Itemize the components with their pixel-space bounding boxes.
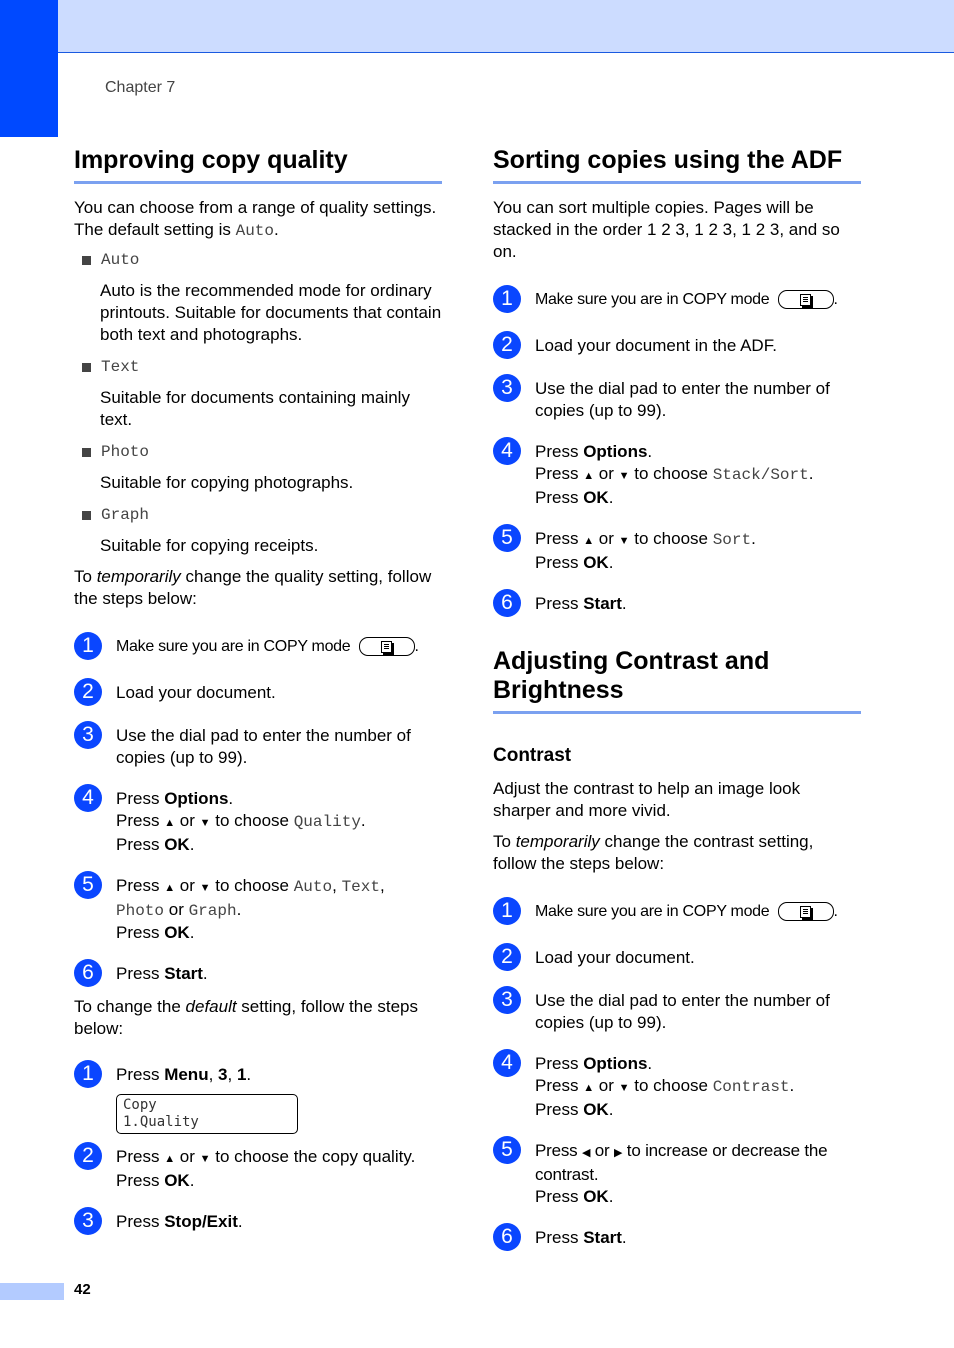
up-arrow-icon: ▲ — [164, 817, 176, 829]
step-number-2: 2 — [493, 943, 521, 971]
step-number-4: 4 — [74, 784, 102, 812]
option-text: Text — [74, 357, 442, 377]
step-2: 2 Load your document. — [74, 678, 442, 706]
left-arrow-icon: ◀ — [581, 1147, 591, 1159]
step-number-4: 4 — [493, 437, 521, 465]
footer-band — [0, 1283, 64, 1300]
section-title-contrast-brightness: Adjusting Contrast and Brightness — [493, 641, 861, 714]
chapter-side-tab — [0, 0, 58, 137]
option-desc: Auto is the recommended mode for ordinar… — [100, 281, 442, 344]
step-5: 5 Press ▲ or ▼ to choose Sort. Press OK. — [493, 524, 861, 574]
down-arrow-icon: ▼ — [199, 882, 211, 894]
bullet-icon — [82, 255, 91, 265]
step-number-3: 3 — [74, 721, 102, 749]
step-number-5: 5 — [493, 524, 521, 552]
up-arrow-icon: ▲ — [164, 882, 176, 894]
step-4: 4 Press Options. Press ▲ or ▼ to choose … — [493, 437, 861, 509]
page-number: 42 — [74, 1281, 91, 1298]
down-arrow-icon: ▼ — [199, 1153, 211, 1165]
contrast-temporary-intro: To temporarily change the contrast setti… — [493, 832, 814, 873]
step-5: 5 Press ◀ or ▶ to increase or decrease t… — [493, 1136, 861, 1208]
down-arrow-icon: ▼ — [618, 535, 630, 547]
step-number-1: 1 — [74, 632, 102, 660]
step-number-6: 6 — [74, 959, 102, 987]
step-3: 3 Use the dial pad to enter the number o… — [74, 721, 442, 769]
step-4: 4 Press Options. Press ▲ or ▼ to choose … — [493, 1049, 861, 1121]
step-number-6: 6 — [493, 589, 521, 617]
option-auto: Auto — [74, 250, 442, 270]
step-number-1: 1 — [493, 285, 521, 313]
step-number-6: 6 — [493, 1223, 521, 1251]
option-desc: Suitable for copying receipts. — [100, 536, 319, 555]
sorting-intro: You can sort multiple copies. Pages will… — [493, 198, 840, 261]
contrast-steps: 1 Make sure you are in COPY mode . 2 Loa… — [493, 897, 861, 1251]
step-1: 1 Make sure you are in COPY mode . — [74, 632, 442, 660]
option-desc: Suitable for documents containing mainly… — [100, 388, 410, 429]
subsection-title-contrast: Contrast — [493, 745, 572, 766]
up-arrow-icon: ▲ — [583, 1082, 595, 1094]
up-arrow-icon: ▲ — [164, 1153, 176, 1165]
step-number-2: 2 — [74, 1142, 102, 1170]
step-number-3: 3 — [493, 374, 521, 402]
header-band — [58, 0, 954, 53]
temporary-intro: To temporarily change the quality settin… — [74, 567, 432, 608]
step-3: 3 Use the dial pad to enter the number o… — [493, 986, 861, 1034]
step-2: 2 Load your document. — [493, 943, 861, 971]
step-5: 5 Press ▲ or ▼ to choose Auto, Text, Pho… — [74, 871, 442, 944]
down-arrow-icon: ▼ — [199, 817, 211, 829]
step-6: 6 Press Start. — [74, 959, 442, 987]
step-number-1: 1 — [74, 1060, 102, 1088]
up-arrow-icon: ▲ — [583, 535, 595, 547]
up-arrow-icon: ▲ — [583, 470, 595, 482]
copy-mode-key-icon — [358, 637, 415, 657]
option-graph: Graph — [74, 505, 442, 525]
step-6: 6 Press Start. — [493, 1223, 861, 1251]
step-4: 4 Press Options. Press ▲ or ▼ to choose … — [74, 784, 442, 856]
default-step-3: 3 Press Stop/Exit. — [74, 1207, 442, 1235]
option-photo: Photo — [74, 442, 442, 462]
default-intro: To change the default setting, follow th… — [74, 997, 419, 1038]
default-step-1: 1 Press Menu, 3, 1. Copy 1.Quality — [74, 1060, 442, 1142]
chapter-label: Chapter 7 — [105, 79, 176, 96]
step-3: 3 Use the dial pad to enter the number o… — [493, 374, 861, 422]
copy-mode-key-icon — [777, 290, 834, 310]
contrast-intro: Adjust the contrast to help an image loo… — [493, 779, 801, 820]
step-number-5: 5 — [493, 1136, 521, 1164]
default-steps: 1 Press Menu, 3, 1. Copy 1.Quality 2 Pre… — [74, 1060, 442, 1235]
step-1: 1 Make sure you are in COPY mode . — [493, 897, 861, 925]
intro-paragraph: You can choose from a range of quality s… — [74, 198, 437, 240]
bullet-icon — [82, 447, 91, 457]
step-2: 2 Load your document in the ADF. — [493, 331, 861, 359]
step-number-4: 4 — [493, 1049, 521, 1077]
section-title-copy-quality: Improving copy quality — [74, 140, 442, 184]
step-number-3: 3 — [74, 1207, 102, 1235]
left-column: Improving copy quality You can choose fr… — [74, 140, 442, 1235]
section-title-sorting: Sorting copies using the ADF — [493, 140, 861, 184]
sorting-steps: 1 Make sure you are in COPY mode . 2 Loa… — [493, 285, 861, 617]
lcd-display: Copy 1.Quality — [116, 1094, 298, 1134]
copy-mode-key-icon — [777, 902, 834, 922]
default-step-2: 2 Press ▲ or ▼ to choose the copy qualit… — [74, 1142, 442, 1192]
bullet-icon — [82, 510, 91, 520]
step-number-1: 1 — [493, 897, 521, 925]
quality-options-list: Auto Auto is the recommended mode for or… — [74, 250, 442, 557]
bullet-icon — [82, 362, 91, 372]
right-column: Sorting copies using the ADF You can sor… — [493, 140, 861, 1251]
step-1: 1 Make sure you are in COPY mode . — [493, 285, 861, 313]
step-number-2: 2 — [74, 678, 102, 706]
down-arrow-icon: ▼ — [618, 470, 630, 482]
down-arrow-icon: ▼ — [618, 1082, 630, 1094]
temporary-steps: 1 Make sure you are in COPY mode . 2 Loa… — [74, 632, 442, 987]
option-desc: Suitable for copying photographs. — [100, 473, 354, 492]
step-number-2: 2 — [493, 331, 521, 359]
step-number-3: 3 — [493, 986, 521, 1014]
step-number-5: 5 — [74, 871, 102, 899]
step-6: 6 Press Start. — [493, 589, 861, 617]
